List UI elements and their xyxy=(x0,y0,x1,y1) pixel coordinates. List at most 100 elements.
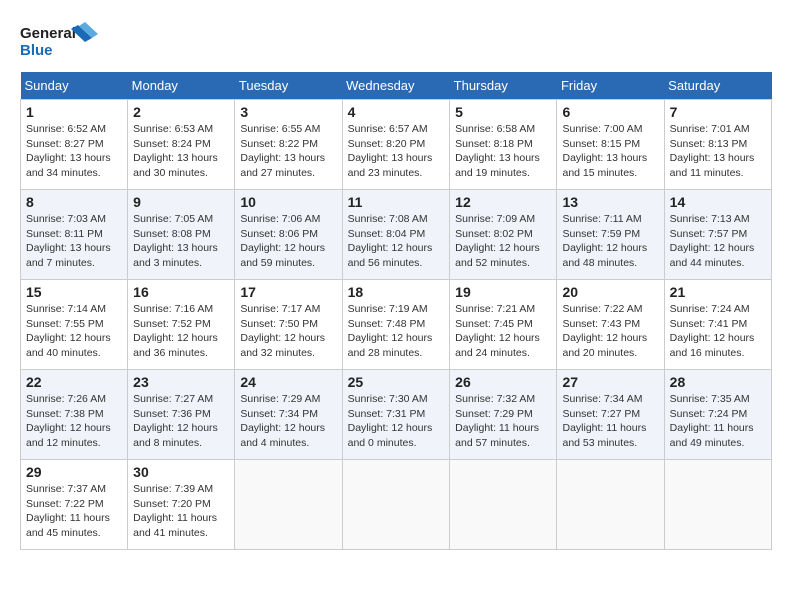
calendar-day-cell: 13Sunrise: 7:11 AM Sunset: 7:59 PM Dayli… xyxy=(557,190,664,280)
calendar-week-row: 22 Sunrise: 7:26 AM Sunset: 7:38 PM Dayli… xyxy=(21,370,772,460)
day-number: 21 xyxy=(670,284,766,300)
day-number: 16 xyxy=(133,284,229,300)
calendar-day-cell: 9 Sunrise: 7:05 AM Sunset: 8:08 PM Daylig… xyxy=(128,190,235,280)
day-info: Sunrise: 7:09 AM Sunset: 8:02 PM Dayligh… xyxy=(455,212,551,271)
day-number: 25 xyxy=(348,374,445,390)
weekday-header: Sunday xyxy=(21,72,128,100)
day-number: 22 xyxy=(26,374,122,390)
calendar-day-cell: 3 Sunrise: 6:55 AM Sunset: 8:22 PM Daylig… xyxy=(235,100,342,190)
logo-svg: GeneralBlue xyxy=(20,20,100,62)
calendar-day-cell: 8 Sunrise: 7:03 AM Sunset: 8:11 PM Daylig… xyxy=(21,190,128,280)
calendar-day-cell: 23Sunrise: 7:27 AM Sunset: 7:36 PM Dayli… xyxy=(128,370,235,460)
calendar-week-row: 15 Sunrise: 7:14 AM Sunset: 7:55 PM Dayli… xyxy=(21,280,772,370)
calendar-day-cell: 16 Sunrise: 7:16 AM Sunset: 7:52 PM Dayli… xyxy=(128,280,235,370)
calendar-day-cell: 26 Sunrise: 7:32 AM Sunset: 7:29 PM Dayli… xyxy=(450,370,557,460)
weekday-header: Thursday xyxy=(450,72,557,100)
day-info: Sunrise: 7:32 AM Sunset: 7:29 PM Dayligh… xyxy=(455,392,551,451)
day-number: 8 xyxy=(26,194,122,210)
day-info: Sunrise: 7:05 AM Sunset: 8:08 PM Dayligh… xyxy=(133,212,229,271)
day-number: 9 xyxy=(133,194,229,210)
calendar-day-cell: 24 Sunrise: 7:29 AM Sunset: 7:34 PM Dayli… xyxy=(235,370,342,460)
weekday-header: Tuesday xyxy=(235,72,342,100)
weekday-header: Friday xyxy=(557,72,664,100)
calendar-day-cell xyxy=(342,460,450,550)
day-info: Sunrise: 7:11 AM Sunset: 7:59 PM Dayligh… xyxy=(562,212,658,271)
day-number: 7 xyxy=(670,104,766,120)
day-info: Sunrise: 7:39 AM Sunset: 7:20 PM Dayligh… xyxy=(133,482,229,541)
calendar-day-cell: 6Sunrise: 7:00 AM Sunset: 8:15 PM Daylig… xyxy=(557,100,664,190)
calendar-week-row: 1 Sunrise: 6:52 AM Sunset: 8:27 PM Daylig… xyxy=(21,100,772,190)
day-number: 5 xyxy=(455,104,551,120)
day-number: 27 xyxy=(562,374,658,390)
calendar-day-cell: 14Sunrise: 7:13 AM Sunset: 7:57 PM Dayli… xyxy=(664,190,771,280)
day-number: 20 xyxy=(562,284,658,300)
day-info: Sunrise: 7:17 AM Sunset: 7:50 PM Dayligh… xyxy=(240,302,336,361)
weekday-header: Monday xyxy=(128,72,235,100)
calendar-day-cell: 30 Sunrise: 7:39 AM Sunset: 7:20 PM Dayli… xyxy=(128,460,235,550)
day-info: Sunrise: 7:26 AM Sunset: 7:38 PM Dayligh… xyxy=(26,392,122,451)
day-info: Sunrise: 7:29 AM Sunset: 7:34 PM Dayligh… xyxy=(240,392,336,451)
header-row: SundayMondayTuesdayWednesdayThursdayFrid… xyxy=(21,72,772,100)
calendar-week-row: 8 Sunrise: 7:03 AM Sunset: 8:11 PM Daylig… xyxy=(21,190,772,280)
calendar-day-cell: 10 Sunrise: 7:06 AM Sunset: 8:06 PM Dayli… xyxy=(235,190,342,280)
svg-text:General: General xyxy=(20,25,76,42)
calendar-day-cell: 21 Sunrise: 7:24 AM Sunset: 7:41 PM Dayli… xyxy=(664,280,771,370)
calendar-day-cell: 5 Sunrise: 6:58 AM Sunset: 8:18 PM Daylig… xyxy=(450,100,557,190)
day-info: Sunrise: 7:06 AM Sunset: 8:06 PM Dayligh… xyxy=(240,212,336,271)
day-info: Sunrise: 7:34 AM Sunset: 7:27 PM Dayligh… xyxy=(562,392,658,451)
calendar-day-cell xyxy=(664,460,771,550)
day-info: Sunrise: 6:52 AM Sunset: 8:27 PM Dayligh… xyxy=(26,122,122,181)
calendar-day-cell: 17 Sunrise: 7:17 AM Sunset: 7:50 PM Dayli… xyxy=(235,280,342,370)
day-info: Sunrise: 7:14 AM Sunset: 7:55 PM Dayligh… xyxy=(26,302,122,361)
day-number: 15 xyxy=(26,284,122,300)
day-number: 26 xyxy=(455,374,551,390)
day-info: Sunrise: 7:24 AM Sunset: 7:41 PM Dayligh… xyxy=(670,302,766,361)
calendar-day-cell: 1 Sunrise: 6:52 AM Sunset: 8:27 PM Daylig… xyxy=(21,100,128,190)
calendar-day-cell: 27 Sunrise: 7:34 AM Sunset: 7:27 PM Dayli… xyxy=(557,370,664,460)
day-info: Sunrise: 6:55 AM Sunset: 8:22 PM Dayligh… xyxy=(240,122,336,181)
day-number: 19 xyxy=(455,284,551,300)
day-number: 18 xyxy=(348,284,445,300)
day-info: Sunrise: 7:08 AM Sunset: 8:04 PM Dayligh… xyxy=(348,212,445,271)
calendar-day-cell: 19 Sunrise: 7:21 AM Sunset: 7:45 PM Dayli… xyxy=(450,280,557,370)
day-number: 10 xyxy=(240,194,336,210)
weekday-header: Wednesday xyxy=(342,72,450,100)
calendar-table: SundayMondayTuesdayWednesdayThursdayFrid… xyxy=(20,72,772,550)
weekday-header: Saturday xyxy=(664,72,771,100)
calendar-day-cell: 18 Sunrise: 7:19 AM Sunset: 7:48 PM Dayli… xyxy=(342,280,450,370)
day-number: 17 xyxy=(240,284,336,300)
day-number: 28 xyxy=(670,374,766,390)
calendar-day-cell: 29Sunrise: 7:37 AM Sunset: 7:22 PM Dayli… xyxy=(21,460,128,550)
calendar-day-cell: 28 Sunrise: 7:35 AM Sunset: 7:24 PM Dayli… xyxy=(664,370,771,460)
calendar-day-cell: 20Sunrise: 7:22 AM Sunset: 7:43 PM Dayli… xyxy=(557,280,664,370)
day-info: Sunrise: 7:30 AM Sunset: 7:31 PM Dayligh… xyxy=(348,392,445,451)
day-info: Sunrise: 7:27 AM Sunset: 7:36 PM Dayligh… xyxy=(133,392,229,451)
day-info: Sunrise: 7:01 AM Sunset: 8:13 PM Dayligh… xyxy=(670,122,766,181)
calendar-day-cell: 25 Sunrise: 7:30 AM Sunset: 7:31 PM Dayli… xyxy=(342,370,450,460)
calendar-day-cell xyxy=(235,460,342,550)
day-info: Sunrise: 6:57 AM Sunset: 8:20 PM Dayligh… xyxy=(348,122,445,181)
calendar-day-cell: 7 Sunrise: 7:01 AM Sunset: 8:13 PM Daylig… xyxy=(664,100,771,190)
day-info: Sunrise: 7:35 AM Sunset: 7:24 PM Dayligh… xyxy=(670,392,766,451)
day-number: 3 xyxy=(240,104,336,120)
calendar-day-cell: 11Sunrise: 7:08 AM Sunset: 8:04 PM Dayli… xyxy=(342,190,450,280)
calendar-day-cell: 15 Sunrise: 7:14 AM Sunset: 7:55 PM Dayli… xyxy=(21,280,128,370)
day-number: 2 xyxy=(133,104,229,120)
day-number: 24 xyxy=(240,374,336,390)
calendar-day-cell: 2Sunrise: 6:53 AM Sunset: 8:24 PM Daylig… xyxy=(128,100,235,190)
day-number: 1 xyxy=(26,104,122,120)
day-info: Sunrise: 7:00 AM Sunset: 8:15 PM Dayligh… xyxy=(562,122,658,181)
day-info: Sunrise: 7:03 AM Sunset: 8:11 PM Dayligh… xyxy=(26,212,122,271)
day-info: Sunrise: 7:21 AM Sunset: 7:45 PM Dayligh… xyxy=(455,302,551,361)
logo: GeneralBlue xyxy=(20,20,100,62)
day-info: Sunrise: 7:16 AM Sunset: 7:52 PM Dayligh… xyxy=(133,302,229,361)
day-info: Sunrise: 6:58 AM Sunset: 8:18 PM Dayligh… xyxy=(455,122,551,181)
day-number: 12 xyxy=(455,194,551,210)
header: GeneralBlue xyxy=(20,20,772,62)
calendar-day-cell xyxy=(557,460,664,550)
day-info: Sunrise: 7:19 AM Sunset: 7:48 PM Dayligh… xyxy=(348,302,445,361)
day-number: 4 xyxy=(348,104,445,120)
day-number: 30 xyxy=(133,464,229,480)
calendar-day-cell: 4 Sunrise: 6:57 AM Sunset: 8:20 PM Daylig… xyxy=(342,100,450,190)
calendar-day-cell xyxy=(450,460,557,550)
